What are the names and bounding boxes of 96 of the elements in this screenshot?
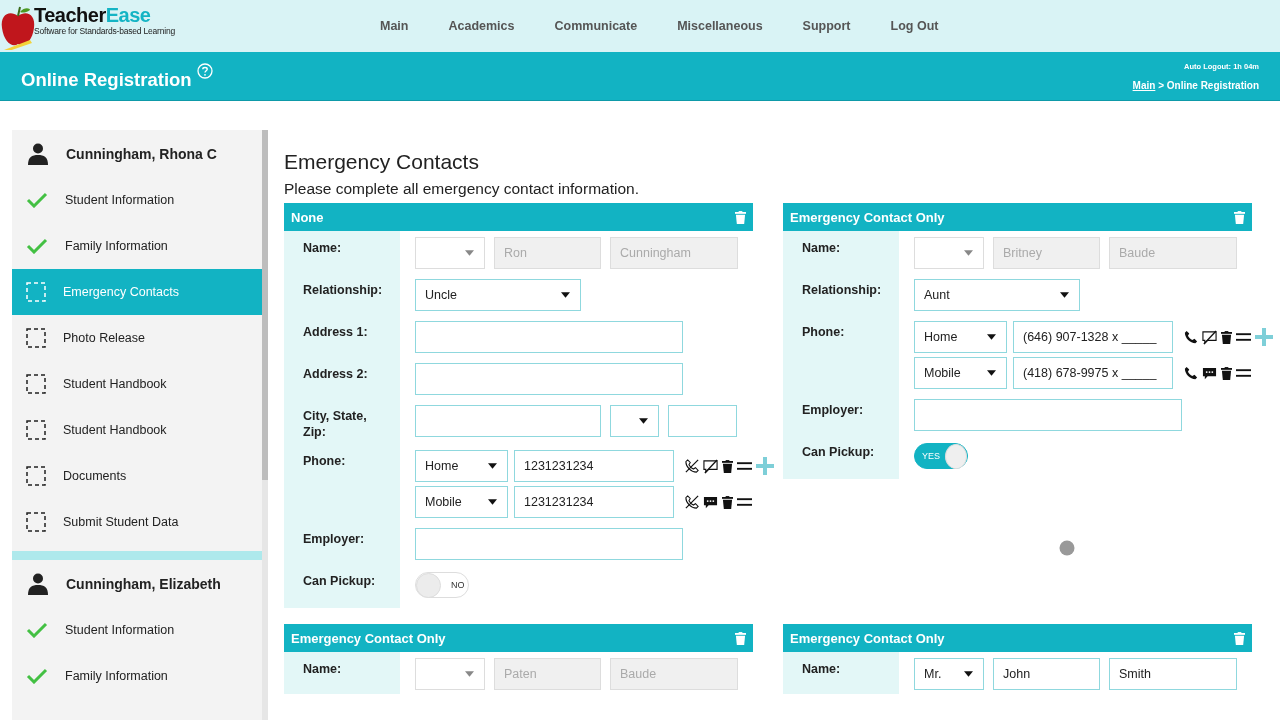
trash-icon[interactable] xyxy=(722,495,733,509)
page-title: Online Registration xyxy=(21,69,192,91)
caret-icon xyxy=(1060,292,1069,298)
phone-number-field[interactable]: 1231231234 xyxy=(514,450,674,482)
sidebar-item[interactable]: Family Information xyxy=(12,223,262,269)
prefix-select[interactable]: Mr. xyxy=(914,658,984,690)
field-label: City, State, Zip: xyxy=(303,408,368,440)
toggle-switch[interactable]: NO xyxy=(415,572,469,598)
caret-icon xyxy=(987,370,996,376)
caret-icon xyxy=(465,671,474,677)
caret-icon xyxy=(987,334,996,340)
drag-handle-icon[interactable] xyxy=(737,462,752,470)
field-label: Relationship: xyxy=(303,282,383,298)
sidebar-item[interactable]: Photo Release xyxy=(12,315,262,361)
sidebar-item[interactable]: Submit Student Data xyxy=(12,499,262,545)
field-label: Phone: xyxy=(303,453,347,469)
phone-number-field[interactable]: 1231231234 xyxy=(514,486,674,518)
phone-number-field[interactable]: (418) 678-9975 x _____ xyxy=(1013,357,1173,389)
trash-icon[interactable] xyxy=(1221,330,1232,344)
card-title: Emergency Contact Only xyxy=(790,630,945,646)
phone-type-select[interactable]: Mobile xyxy=(914,357,1007,389)
city-field[interactable] xyxy=(415,405,601,437)
caret-icon xyxy=(488,463,497,469)
field-label: Name: xyxy=(802,240,842,256)
card-title: Emergency Contact Only xyxy=(291,630,446,646)
field-label: Address 1: xyxy=(303,324,369,340)
phone-type-select[interactable]: Home xyxy=(914,321,1007,353)
caret-icon xyxy=(561,292,570,298)
sidebar-item[interactable]: Student Information xyxy=(12,177,262,223)
message-off-icon[interactable] xyxy=(703,458,718,474)
field-label: Employer: xyxy=(802,402,865,418)
field-label: Employer: xyxy=(303,531,366,547)
brand-name: TeacherEase xyxy=(34,4,152,26)
section-heading: Emergency Contacts xyxy=(284,150,480,174)
person-icon xyxy=(28,572,48,595)
caret-icon xyxy=(964,250,973,256)
phone-off-icon[interactable] xyxy=(685,459,699,473)
input-field[interactable] xyxy=(415,528,683,560)
zip-field[interactable] xyxy=(668,405,737,437)
field-label: Name: xyxy=(303,240,343,256)
caret-icon xyxy=(964,671,973,677)
state-select[interactable] xyxy=(610,405,659,437)
cursor-dot-icon xyxy=(1059,540,1075,556)
brand-tagline: Software for Standards-based Learning xyxy=(34,26,175,36)
phone-icon[interactable] xyxy=(1184,366,1198,380)
field-label: Address 2: xyxy=(303,366,369,382)
student-name: Cunningham, Elizabeth xyxy=(66,575,221,592)
nav-link[interactable]: Miscellaneous xyxy=(677,19,763,33)
sidebar-item[interactable]: Family Information xyxy=(12,653,262,699)
field-label: Name: xyxy=(303,661,343,677)
sidebar-item[interactable]: Student Information xyxy=(12,607,262,653)
sidebar-item[interactable]: Documents xyxy=(12,453,262,499)
input-field[interactable] xyxy=(415,321,683,353)
card-title: Emergency Contact Only xyxy=(790,209,945,225)
first-name-field[interactable]: John xyxy=(993,658,1100,690)
message-icon[interactable] xyxy=(1202,365,1217,381)
field-label: Can Pickup: xyxy=(802,444,876,460)
nav-link[interactable]: Support xyxy=(802,19,851,33)
input-field[interactable] xyxy=(415,363,683,395)
message-off-icon[interactable] xyxy=(1202,329,1217,345)
phone-type-select[interactable]: Home xyxy=(415,450,508,482)
relationship-select[interactable]: Uncle xyxy=(415,279,581,311)
field-label: Phone: xyxy=(802,324,846,340)
phone-icon[interactable] xyxy=(1184,330,1198,344)
apple-logo-icon xyxy=(0,6,36,50)
phone-off-icon[interactable] xyxy=(685,495,699,509)
sidebar-item[interactable]: Student Handbook xyxy=(12,407,262,453)
caret-icon xyxy=(639,418,648,424)
nav-link[interactable]: Communicate xyxy=(554,19,638,33)
message-icon[interactable] xyxy=(703,494,718,510)
drag-handle-icon[interactable] xyxy=(1236,333,1251,341)
scrollbar[interactable] xyxy=(262,130,268,720)
phone-number-field[interactable]: (646) 907-1328 x _____ xyxy=(1013,321,1173,353)
caret-icon xyxy=(488,499,497,505)
drag-handle-icon[interactable] xyxy=(1236,369,1251,377)
nav-link[interactable]: Academics xyxy=(448,19,515,33)
phone-type-select[interactable]: Mobile xyxy=(415,486,508,518)
breadcrumb-current: > Online Registration xyxy=(1157,79,1259,91)
sidebar-item[interactable]: Student Handbook xyxy=(12,361,262,407)
field-label: Name: xyxy=(802,661,842,677)
student-name: Cunningham, Rhona C xyxy=(66,145,217,162)
card-title: None xyxy=(291,209,324,225)
instructions-text: Please complete all emergency contact information. xyxy=(284,180,640,198)
relationship-select[interactable]: Aunt xyxy=(914,279,1080,311)
trash-icon[interactable] xyxy=(722,459,733,473)
last-name-field[interactable]: Smith xyxy=(1109,658,1237,690)
nav-link[interactable]: Main xyxy=(380,19,409,33)
caret-icon xyxy=(465,250,474,256)
drag-handle-icon[interactable] xyxy=(737,498,752,506)
field-label: Can Pickup: xyxy=(303,573,377,589)
help-icon[interactable] xyxy=(196,63,213,79)
field-label: Relationship: xyxy=(802,282,882,298)
nav-link[interactable]: Log Out xyxy=(890,19,939,33)
trash-icon[interactable] xyxy=(1221,366,1232,380)
person-icon xyxy=(28,142,48,165)
input-field[interactable] xyxy=(914,399,1182,431)
